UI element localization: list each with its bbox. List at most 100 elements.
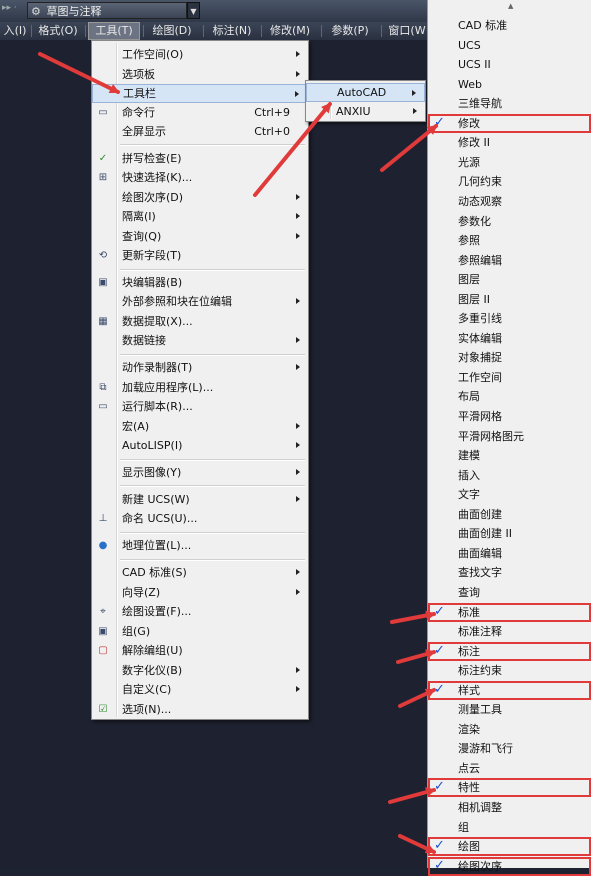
- tools-menu-item[interactable]: 自定义(C): [92, 680, 308, 699]
- toolbar-list-item[interactable]: ✓ 标注: [428, 641, 591, 661]
- tools-menu-item[interactable]: AutoLISP(I): [92, 436, 308, 455]
- tools-menu-item[interactable]: 宏(A): [92, 417, 308, 436]
- scroll-up-arrow-icon[interactable]: ▲: [508, 2, 513, 10]
- tools-menu-item[interactable]: 绘图次序(D): [92, 188, 308, 207]
- menubar-item[interactable]: 标注(N): [206, 22, 258, 40]
- toolbar-list-item[interactable]: 组: [428, 818, 591, 837]
- toolbar-list-item-label: 文字: [458, 488, 480, 502]
- menubar-item[interactable]: 参数(P): [324, 22, 376, 40]
- toolbar-list-item[interactable]: ✓ 样式: [428, 680, 591, 700]
- toolbar-list-item[interactable]: 标注约束: [428, 661, 591, 680]
- toolbar-list-item[interactable]: 插入: [428, 466, 591, 485]
- toolbar-list-item[interactable]: ✓ 修改: [428, 113, 591, 133]
- toolbar-list-item[interactable]: ✓ 绘图次序: [428, 856, 591, 876]
- tools-menu-item[interactable]: 向导(Z): [92, 583, 308, 602]
- toolbar-list-item[interactable]: ✓ 标准: [428, 602, 591, 622]
- toolbar-overflow-marker[interactable]: ▸▸ ·: [2, 3, 17, 13]
- toolbar-list-item[interactable]: 三维导航: [428, 94, 591, 113]
- ungroup-icon: ▢: [98, 645, 108, 656]
- toolbar-list-item[interactable]: 修改 II: [428, 133, 591, 152]
- toolbar-list-item[interactable]: 多重引线: [428, 309, 591, 328]
- workspace-selector[interactable]: ⚙ 草图与注释: [27, 2, 187, 19]
- tools-menu-item[interactable]: ▢ 解除编组(U): [92, 641, 308, 660]
- tools-menu-item[interactable]: 数字化仪(B): [92, 661, 308, 680]
- toolbar-list-item[interactable]: 几何约束: [428, 172, 591, 191]
- toolbar-list-item[interactable]: 查找文字: [428, 563, 591, 582]
- tools-menu-item[interactable]: ▭ 命令行 Ctrl+9: [92, 103, 308, 122]
- toolbar-list-item[interactable]: 工作空间: [428, 368, 591, 387]
- toolbar-list-item[interactable]: 查询: [428, 583, 591, 602]
- tools-menu-item-label: 拼写检查(E): [122, 152, 182, 165]
- toolbar-list-item[interactable]: ✓ 绘图: [428, 837, 591, 857]
- toolbar-list-item[interactable]: 布局: [428, 387, 591, 406]
- tools-menu-item[interactable]: 外部参照和块在位编辑: [92, 292, 308, 311]
- menubar-item[interactable]: 入(I): [0, 22, 30, 40]
- toolbar-list-item[interactable]: 文字: [428, 485, 591, 504]
- tools-menu-item[interactable]: ⊞ 快速选择(K)...: [92, 168, 308, 187]
- toolbar-list-item[interactable]: 渲染: [428, 720, 591, 739]
- tools-menu-item[interactable]: 工具栏: [92, 84, 308, 103]
- tools-menu-item[interactable]: 数据链接: [92, 331, 308, 350]
- workspace-dropdown-button[interactable]: ▼: [187, 2, 200, 19]
- toolbar-list-item[interactable]: 建模: [428, 446, 591, 465]
- tools-menu-item[interactable]: 显示图像(Y): [92, 463, 308, 482]
- toolbar-list-item[interactable]: 平滑网格图元: [428, 427, 591, 446]
- toolbar-list-item[interactable]: 动态观察: [428, 192, 591, 211]
- tools-menu-item[interactable]: 工作空间(O): [92, 45, 308, 64]
- toolbar-list-item[interactable]: 对象捕捉: [428, 348, 591, 367]
- submenu-arrow-icon: [296, 71, 300, 77]
- tools-menu-item[interactable]: 新建 UCS(W): [92, 490, 308, 509]
- toolbar-list-item[interactable]: 曲面创建: [428, 505, 591, 524]
- tools-menu-item[interactable]: CAD 标准(S): [92, 563, 308, 582]
- toolbar-list-item[interactable]: UCS II: [428, 55, 591, 74]
- toolbar-list-item[interactable]: 光源: [428, 153, 591, 172]
- toolbar-list-item[interactable]: 标准注释: [428, 622, 591, 641]
- tools-menu-item[interactable]: 隔离(I): [92, 207, 308, 226]
- toolbar-list-item[interactable]: UCS: [428, 36, 591, 55]
- tools-menu-item[interactable]: ▣ 组(G): [92, 622, 308, 641]
- toolbar-list-item[interactable]: Web: [428, 75, 591, 94]
- tools-menu-item[interactable]: ● 地理位置(L)...: [92, 536, 308, 555]
- toolbar-list-item-label: 参数化: [458, 214, 491, 228]
- tools-menu-item[interactable]: 动作录制器(T): [92, 358, 308, 377]
- toolbar-list-item[interactable]: 平滑网格: [428, 407, 591, 426]
- tools-menu-item[interactable]: 全屏显示 Ctrl+0: [92, 122, 308, 141]
- toolbar-list-item[interactable]: 点云: [428, 759, 591, 778]
- toolbar-list-item[interactable]: 图层: [428, 270, 591, 289]
- tools-menu-item[interactable]: ⧉ 加载应用程序(L)...: [92, 378, 308, 397]
- toolbar-list-item[interactable]: 参数化: [428, 212, 591, 231]
- toolbar-list-item[interactable]: 相机调整: [428, 798, 591, 817]
- toolbar-list-item[interactable]: 测量工具: [428, 700, 591, 719]
- toolbar-list-item[interactable]: CAD 标准: [428, 16, 591, 35]
- toolbar-list-item[interactable]: 曲面创建 II: [428, 524, 591, 543]
- toolbar-list-item[interactable]: ✓ 特性: [428, 778, 591, 798]
- tools-menu-item[interactable]: ▣ 块编辑器(B): [92, 273, 308, 292]
- toolbar-list-item[interactable]: 图层 II: [428, 290, 591, 309]
- spell-check-icon: ✓: [98, 153, 108, 164]
- menubar-separator: [31, 25, 32, 37]
- tools-menu-item[interactable]: ▦ 数据提取(X)...: [92, 312, 308, 331]
- toolbar-list-item[interactable]: 实体编辑: [428, 329, 591, 348]
- toolbar-submenu-item[interactable]: AutoCAD: [306, 83, 425, 102]
- menubar-item[interactable]: 工具(T): [88, 22, 140, 40]
- toolbar-list-item[interactable]: 参照编辑: [428, 251, 591, 270]
- toolbar-submenu-item[interactable]: ANXIU: [306, 102, 425, 121]
- tools-menu-item[interactable]: ⊥ 命名 UCS(U)...: [92, 509, 308, 528]
- toolbar-list-item[interactable]: 参照: [428, 231, 591, 250]
- tools-menu-item[interactable]: 查询(Q): [92, 227, 308, 246]
- toolbar-list-item[interactable]: 漫游和飞行: [428, 739, 591, 758]
- tools-menu-item[interactable]: ⟲ 更新字段(T): [92, 246, 308, 265]
- toolbar-list-item-label: 实体编辑: [458, 331, 502, 345]
- tools-menu-item[interactable]: ✓ 拼写检查(E): [92, 149, 308, 168]
- tools-menu-item[interactable]: ⌖ 绘图设置(F)...: [92, 602, 308, 621]
- tools-menu-item[interactable]: ▭ 运行脚本(R)...: [92, 397, 308, 416]
- tools-menu-item[interactable]: ☑ 选项(N)...: [92, 700, 308, 719]
- menubar-item[interactable]: 窗口(W: [384, 22, 430, 40]
- toolbar-list-item[interactable]: 曲面编辑: [428, 544, 591, 563]
- tools-menu-item[interactable]: 选项板: [92, 65, 308, 84]
- menubar-item[interactable]: 绘图(D): [146, 22, 198, 40]
- submenu-arrow-icon: [296, 423, 300, 429]
- menubar-item[interactable]: 格式(O): [34, 22, 82, 40]
- submenu-arrow-icon: [296, 194, 300, 200]
- menubar-item[interactable]: 修改(M): [264, 22, 316, 40]
